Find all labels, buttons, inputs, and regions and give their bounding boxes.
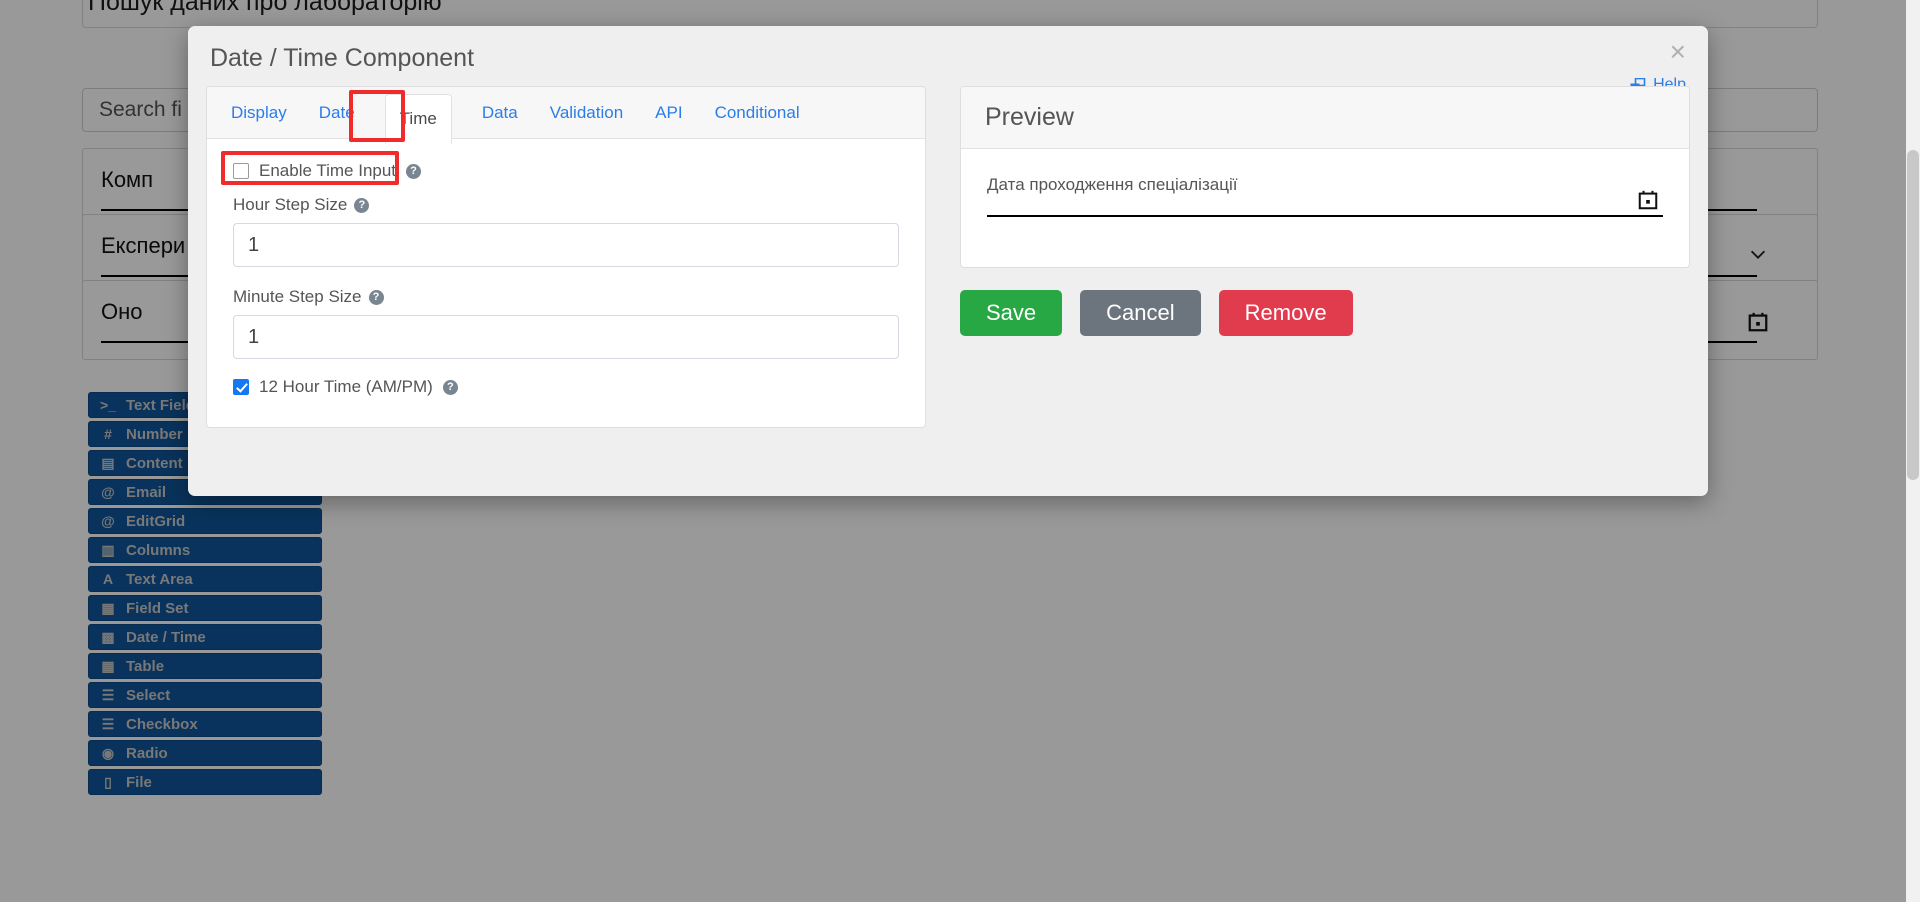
preview-body: Дата проходження спеціалізації	[961, 149, 1689, 267]
tab-data[interactable]: Data	[480, 97, 520, 129]
preview-field-label: Дата проходження спеціалізації	[987, 175, 1238, 194]
scrollbar-thumb[interactable]	[1907, 150, 1919, 480]
minute-step-label-row: Minute Step Size ?	[233, 287, 899, 307]
preview-column: Preview Дата проходження спеціалізації S…	[960, 86, 1690, 478]
modal-body: Display Date Time Data Validation API Co…	[188, 86, 1708, 496]
preview-panel: Preview Дата проходження спеціалізації	[960, 86, 1690, 268]
save-button[interactable]: Save	[960, 290, 1063, 336]
close-icon[interactable]: ×	[1670, 38, 1686, 66]
cancel-button[interactable]: Cancel	[1080, 290, 1201, 336]
tab-api[interactable]: API	[653, 97, 684, 129]
tab-validation[interactable]: Validation	[548, 97, 625, 129]
twelve-hour-row[interactable]: 12 Hour Time (AM/PM) ?	[233, 377, 899, 397]
minute-step-label: Minute Step Size	[233, 287, 362, 306]
tab-conditional[interactable]: Conditional	[713, 97, 802, 129]
twelve-hour-checkbox[interactable]	[233, 379, 249, 395]
minute-step-input[interactable]	[233, 315, 899, 359]
help-tooltip-icon[interactable]: ?	[368, 289, 384, 305]
modal-action-buttons: Save Cancel Remove	[960, 290, 1690, 336]
help-tooltip-icon[interactable]: ?	[354, 197, 370, 213]
help-tooltip-icon[interactable]: ?	[442, 379, 458, 395]
tab-time[interactable]: Time	[384, 94, 452, 144]
tab-display[interactable]: Display	[229, 97, 289, 129]
date-time-component-modal: Date / Time Component × Help Display Dat…	[188, 26, 1708, 496]
remove-button[interactable]: Remove	[1218, 290, 1353, 336]
preview-field-underline	[987, 215, 1663, 217]
hour-step-label: Hour Step Size	[233, 195, 348, 214]
time-tab-content: Enable Time Input ? Hour Step Size ? Min…	[207, 139, 925, 397]
settings-panel: Display Date Time Data Validation API Co…	[206, 86, 926, 428]
hour-step-label-row: Hour Step Size ?	[233, 195, 899, 215]
enable-time-input-checkbox[interactable]	[233, 163, 249, 179]
twelve-hour-label: 12 Hour Time (AM/PM)	[259, 377, 433, 396]
settings-tabs: Display Date Time Data Validation API Co…	[207, 87, 925, 144]
modal-header: Date / Time Component × Help	[188, 26, 1708, 94]
help-tooltip-icon[interactable]: ?	[406, 163, 422, 179]
page-scrollbar[interactable]	[1906, 0, 1920, 902]
tab-date[interactable]: Date	[317, 97, 357, 129]
hour-step-input[interactable]	[233, 223, 899, 267]
modal-title: Date / Time Component	[210, 44, 475, 72]
calendar-icon[interactable]	[1637, 189, 1659, 211]
enable-time-input-row[interactable]: Enable Time Input ?	[233, 161, 899, 181]
enable-time-input-label: Enable Time Input	[259, 161, 397, 180]
preview-heading: Preview	[961, 87, 1689, 149]
